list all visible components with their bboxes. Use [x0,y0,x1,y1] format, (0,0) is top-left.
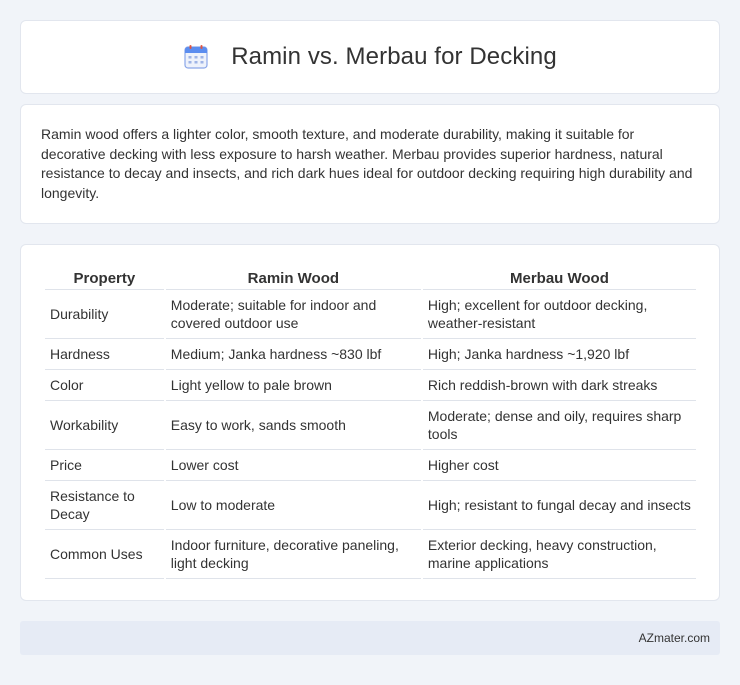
footer-bar: AZmater.com [20,621,720,655]
cell-merbau: Higher cost [422,450,696,481]
table-row: Hardness Medium; Janka hardness ~830 lbf… [45,339,696,370]
cell-ramin: Low to moderate [165,481,421,530]
cell-ramin: Light yellow to pale brown [165,370,421,401]
intro-text: Ramin wood offers a lighter color, smoot… [41,126,693,201]
page-title: Ramin vs. Merbau for Decking [231,43,557,70]
cell-property: Color [45,370,164,401]
cell-merbau: High; excellent for outdoor decking, wea… [422,290,696,339]
comparison-table: Property Ramin Wood Merbau Wood Durabili… [43,266,698,579]
comparison-card: Property Ramin Wood Merbau Wood Durabili… [20,244,720,601]
cell-ramin: Indoor furniture, decorative paneling, l… [165,530,421,579]
cell-merbau: Exterior decking, heavy construction, ma… [422,530,696,579]
header-property: Property [45,266,164,290]
cell-ramin: Moderate; suitable for indoor and covere… [165,290,421,339]
cell-merbau: Moderate; dense and oily, requires sharp… [422,401,696,450]
footer-site-link[interactable]: AZmater.com [639,631,710,645]
cell-property: Resistance to Decay [45,481,164,530]
cell-ramin: Easy to work, sands smooth [165,401,421,450]
cell-ramin: Lower cost [165,450,421,481]
title-row: Ramin vs. Merbau for Decking [21,21,719,93]
header-ramin: Ramin Wood [165,266,421,290]
cell-merbau: High; Janka hardness ~1,920 lbf [422,339,696,370]
table-row: Common Uses Indoor furniture, decorative… [45,530,696,579]
intro-card: Ramin wood offers a lighter color, smoot… [20,104,720,224]
cell-property: Common Uses [45,530,164,579]
cell-property: Hardness [45,339,164,370]
calendar-icon [184,45,208,69]
cell-property: Durability [45,290,164,339]
table-row: Resistance to Decay Low to moderate High… [45,481,696,530]
cell-property: Price [45,450,164,481]
table-row: Durability Moderate; suitable for indoor… [45,290,696,339]
cell-merbau: Rich reddish-brown with dark streaks [422,370,696,401]
cell-merbau: High; resistant to fungal decay and inse… [422,481,696,530]
table-row: Price Lower cost Higher cost [45,450,696,481]
table-header-row: Property Ramin Wood Merbau Wood [45,266,696,290]
title-card: Ramin vs. Merbau for Decking [20,20,720,94]
cell-ramin: Medium; Janka hardness ~830 lbf [165,339,421,370]
header-merbau: Merbau Wood [422,266,696,290]
table-row: Workability Easy to work, sands smooth M… [45,401,696,450]
cell-property: Workability [45,401,164,450]
table-row: Color Light yellow to pale brown Rich re… [45,370,696,401]
